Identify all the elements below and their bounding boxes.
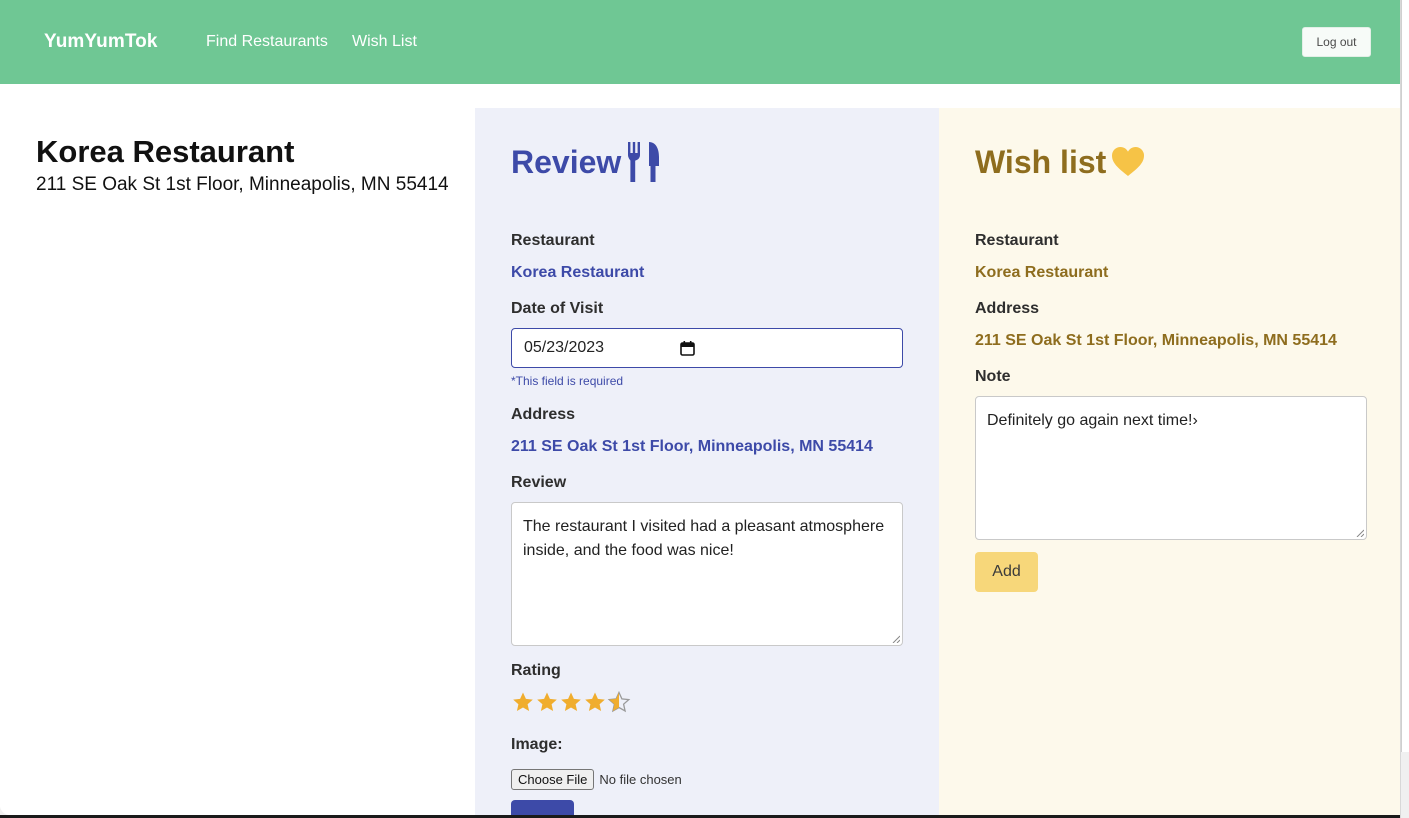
wish-restaurant-value: Korea Restaurant [975, 264, 1109, 281]
brand-logo[interactable]: YumYumTok [44, 31, 158, 53]
review-textarea[interactable]: The restaurant I visited had a pleasant … [511, 502, 903, 646]
star-rating[interactable] [511, 690, 631, 714]
wish-restaurant-label: Restaurant [975, 232, 1059, 249]
date-value: 05/23/2023 [524, 339, 605, 356]
nav-link-find-restaurants[interactable]: Find Restaurants [206, 33, 328, 51]
review-text-content: The restaurant I visited had a pleasant … [523, 518, 885, 559]
star-icon-filled[interactable] [559, 690, 583, 714]
star-icon-half[interactable] [607, 690, 631, 714]
vertical-scrollbar[interactable] [1400, 0, 1409, 818]
star-icon-filled[interactable] [583, 690, 607, 714]
review-add-button[interactable] [511, 800, 574, 815]
star-icon-filled[interactable] [535, 690, 559, 714]
restaurant-name: Korea Restaurant [36, 134, 295, 169]
star-icon-filled[interactable] [511, 690, 535, 714]
date-of-visit-label: Date of Visit [511, 300, 604, 317]
file-status-text: No file chosen [599, 771, 682, 787]
page: YumYumTok Find Restaurants Wish List Log… [0, 0, 1400, 815]
review-panel: Review Restaurant Korea Restaurant Date … [475, 108, 939, 815]
restaurant-info-panel: Korea Restaurant 211 SE Oak St 1st Floor… [0, 108, 475, 815]
calendar-icon[interactable] [680, 341, 695, 356]
review-text-label: Review [511, 474, 567, 491]
required-field-note: *This field is required [511, 374, 624, 388]
review-address-value: 211 SE Oak St 1st Floor, Minneapolis, MN… [511, 438, 873, 455]
image-file-input[interactable]: Choose File No file chosen [511, 768, 682, 790]
wish-address-label: Address [975, 300, 1040, 317]
wish-list-title: Wish list [975, 144, 1107, 180]
choose-file-button[interactable]: Choose File [511, 768, 595, 790]
scrollbar-thumb[interactable] [1401, 0, 1409, 752]
note-textarea[interactable]: Definitely go again next time!› [975, 396, 1367, 540]
image-label: Image: [511, 736, 563, 753]
wish-list-panel: Wish list Restaurant Korea Restaurant Ad… [939, 108, 1400, 815]
resize-grip-icon[interactable] [892, 635, 900, 643]
heart-icon [1112, 147, 1144, 176]
restaurant-address: 211 SE Oak St 1st Floor, Minneapolis, MN… [36, 174, 449, 195]
review-title: Review [511, 144, 622, 180]
rating-label: Rating [511, 662, 561, 679]
fork-knife-icon [628, 142, 659, 182]
review-restaurant-label: Restaurant [511, 232, 595, 249]
nav-link-wish-list[interactable]: Wish List [352, 33, 417, 51]
logout-button[interactable]: Log out [1302, 27, 1371, 57]
top-navbar: YumYumTok Find Restaurants Wish List Log… [0, 0, 1400, 84]
review-address-label: Address [511, 406, 576, 423]
wish-address-value: 211 SE Oak St 1st Floor, Minneapolis, MN… [975, 332, 1337, 349]
review-restaurant-value: Korea Restaurant [511, 264, 645, 281]
date-of-visit-input[interactable]: 05/23/2023 [511, 328, 903, 368]
note-label: Note [975, 368, 1011, 385]
wish-add-button[interactable]: Add [975, 552, 1038, 592]
resize-grip-icon[interactable] [1356, 529, 1364, 537]
browser-viewport: YumYumTok Find Restaurants Wish List Log… [0, 0, 1409, 818]
note-text-content: Definitely go again next time!› [987, 412, 1198, 429]
